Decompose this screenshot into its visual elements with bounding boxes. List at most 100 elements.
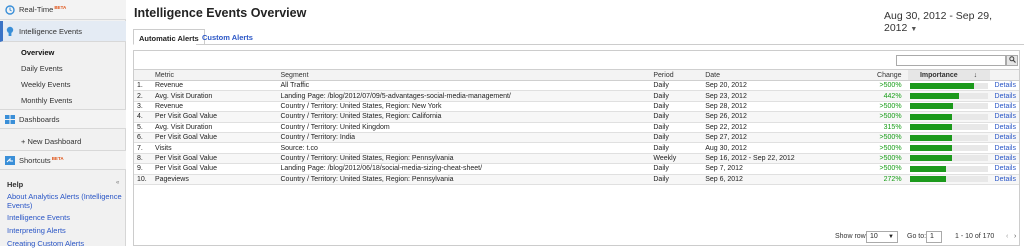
importance-bar (909, 134, 953, 141)
sidebar-item-realtime[interactable]: Real-TimeBETA (0, 0, 126, 20)
rows-per-page-select[interactable]: 10 ▼ (866, 231, 898, 243)
details-link[interactable]: Details (989, 111, 1019, 123)
tab-custom-alerts[interactable]: Custom Alerts (197, 29, 258, 45)
segment-cell: Country / Territory: United States, Regi… (277, 101, 651, 113)
help-link-interpreting-alerts[interactable]: Interpreting Alerts (7, 226, 122, 236)
details-link[interactable]: Details (989, 153, 1019, 165)
table-row[interactable]: 7. Visits Source: t.co Daily Aug 30, 2012 >50… (134, 142, 1019, 154)
column-header-segment[interactable]: Segment (277, 69, 651, 81)
date-range-picker[interactable]: Aug 30, 2012 - Sep 29, 2012 ▼ (884, 10, 1024, 34)
table-row[interactable]: 9. Per Visit Goal Value Landing Page: /blo… (134, 163, 1019, 175)
table-row[interactable]: 4. Per Visit Goal Value Country / Territor… (134, 111, 1019, 123)
column-header-num (134, 69, 152, 81)
tab-automatic-alerts[interactable]: Automatic Alerts (133, 29, 205, 45)
metric-cell: Per Visit Goal Value (151, 111, 278, 123)
table-header-row: Metric Segment Period Date Change Import… (134, 69, 1019, 81)
date-cell: Sep 20, 2012 (702, 80, 858, 92)
column-header-change[interactable]: Change (857, 69, 908, 81)
alerts-table: Metric Segment Period Date Change Import… (134, 69, 1019, 185)
details-link[interactable]: Details (989, 122, 1019, 133)
sidebar-subitem-daily-events[interactable]: Daily Events (21, 64, 63, 73)
segment-cell: Country / Territory: United Kingdom (277, 122, 651, 133)
beta-badge: BETA (51, 155, 64, 161)
table-row[interactable]: 6. Per Visit Goal Value Country / Territor… (134, 132, 1019, 144)
details-link[interactable]: Details (989, 80, 1019, 92)
importance-bar-track (909, 155, 988, 162)
details-link[interactable]: Details (989, 163, 1019, 175)
sidebar-item-shortcuts[interactable]: ShortcutsBETA (0, 150, 126, 170)
details-link[interactable]: Details (989, 90, 1019, 102)
search-button[interactable] (1006, 55, 1018, 66)
table-row[interactable]: 3. Revenue Country / Territory: United Sta… (134, 101, 1019, 113)
importance-bar (909, 93, 960, 100)
sort-descending-icon: ↓ (973, 71, 978, 79)
period-cell: Daily (650, 80, 703, 92)
column-header-date[interactable]: Date (702, 69, 858, 81)
segment-cell: Country / Territory: United States, Regi… (277, 153, 651, 165)
change-cell: 442% (857, 90, 908, 102)
help-link-about-alerts[interactable]: About Analytics Alerts (Intelligence Eve… (7, 192, 122, 210)
prev-page-icon[interactable]: ‹ (1006, 233, 1008, 240)
segment-cell: Country / Territory: United States, Regi… (277, 111, 651, 123)
sidebar-subitem-monthly-events[interactable]: Monthly Events (21, 96, 72, 105)
date-cell: Sep 22, 2012 (702, 122, 858, 133)
importance-bar (909, 165, 947, 172)
metric-cell: Avg. Visit Duration (151, 122, 278, 133)
search-input[interactable] (896, 55, 1006, 66)
importance-bar (909, 176, 947, 183)
change-cell: >500% (857, 111, 908, 123)
sidebar-item-label: Real-TimeBETA (19, 5, 67, 14)
sidebar-subitem-weekly-events[interactable]: Weekly Events (21, 80, 70, 89)
table-row[interactable]: 10. Pageviews Country / Territory: United … (134, 174, 1019, 185)
row-number: 3. (134, 101, 152, 113)
details-link[interactable]: Details (989, 132, 1019, 144)
date-cell: Sep 7, 2012 (702, 163, 858, 175)
table-row[interactable]: 5. Avg. Visit Duration Country / Territory… (134, 122, 1019, 133)
metric-cell: Avg. Visit Duration (151, 90, 278, 102)
change-cell: >500% (857, 153, 908, 165)
details-link[interactable]: Details (989, 174, 1019, 185)
importance-cell (907, 153, 990, 165)
row-number: 5. (134, 122, 152, 133)
importance-bar (909, 155, 953, 162)
search-icon (1008, 56, 1016, 65)
change-cell: 315% (857, 122, 908, 133)
sidebar-item-dashboards[interactable]: Dashboards (0, 109, 126, 129)
importance-bar (909, 145, 953, 152)
help-link-creating-custom-alerts[interactable]: Creating Custom Alerts (7, 239, 122, 249)
new-dashboard-link[interactable]: + New Dashboard (21, 137, 81, 146)
date-cell: Aug 30, 2012 (702, 142, 858, 154)
importance-cell (907, 132, 990, 144)
sidebar-item-intelligence-events[interactable]: Intelligence Events (0, 21, 126, 42)
importance-cell (907, 174, 990, 185)
importance-bar (909, 82, 974, 89)
importance-bar-track (909, 113, 988, 120)
column-header-period[interactable]: Period (650, 69, 703, 81)
goto-page-input[interactable]: 1 (926, 231, 942, 243)
importance-bar-track (909, 124, 988, 131)
help-link-intelligence-events[interactable]: Intelligence Events (7, 213, 122, 223)
details-link[interactable]: Details (989, 101, 1019, 113)
metric-cell: Visits (151, 142, 278, 154)
metric-cell: Per Visit Goal Value (151, 163, 278, 175)
period-cell: Daily (650, 122, 703, 133)
next-page-icon[interactable]: › (1014, 233, 1016, 240)
metric-cell: Per Visit Goal Value (151, 153, 278, 165)
importance-bar-track (909, 103, 988, 110)
segment-cell: Country / Territory: India (277, 132, 651, 144)
date-cell: Sep 27, 2012 (702, 132, 858, 144)
change-cell: >500% (857, 163, 908, 175)
column-header-importance[interactable]: Importance ↓ (907, 69, 990, 81)
lightbulb-icon (5, 25, 15, 37)
collapse-icon[interactable]: « (116, 180, 119, 186)
table-row[interactable]: 2. Avg. Visit Duration Landing Page: /blog… (134, 90, 1019, 102)
table-row[interactable]: 8. Per Visit Goal Value Country / Territor… (134, 153, 1019, 165)
sidebar-subitem-overview[interactable]: Overview (21, 48, 54, 57)
importance-bar-track (909, 165, 988, 172)
date-cell: Sep 23, 2012 (702, 90, 858, 102)
column-header-metric[interactable]: Metric (151, 69, 278, 81)
chevron-down-icon: ▼ (888, 234, 894, 240)
date-cell: Sep 26, 2012 (702, 111, 858, 123)
details-link[interactable]: Details (989, 142, 1019, 154)
table-row[interactable]: 1. Revenue All Traffic Daily Sep 20, 2012 >50… (134, 80, 1019, 92)
